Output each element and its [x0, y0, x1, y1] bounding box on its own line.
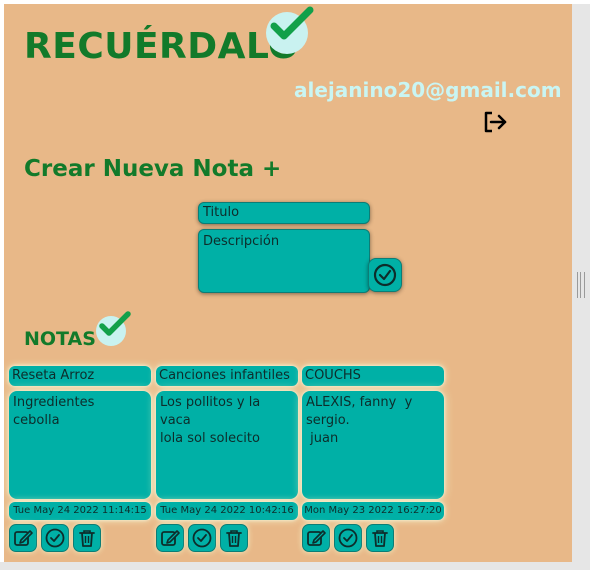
note-description-input[interactable]: Descripción — [198, 229, 370, 293]
note-description[interactable]: ALEXIS, fanny y sergio. juan — [302, 391, 444, 499]
check-circle-icon — [338, 528, 358, 548]
create-note-heading: Crear Nueva Nota + — [24, 156, 282, 182]
note-card: COUCHS ALEXIS, fanny y sergio. juan Mon … — [302, 366, 444, 556]
check-circle-icon — [45, 528, 65, 548]
title-check-icon — [266, 6, 314, 54]
note-date: Tue May 24 2022 11:14:15 — [9, 502, 151, 520]
check-circle-icon — [192, 528, 212, 548]
note-description[interactable]: Ingredientes cebolla — [9, 391, 151, 499]
complete-note-button[interactable] — [188, 524, 216, 552]
edit-icon — [307, 530, 326, 546]
horizontal-scrollbar[interactable] — [0, 562, 590, 570]
complete-note-button[interactable] — [41, 524, 69, 552]
edit-note-button[interactable] — [9, 524, 37, 552]
edit-note-button[interactable] — [302, 524, 330, 552]
note-title[interactable]: Canciones infantiles — [156, 366, 298, 386]
trash-icon — [226, 530, 242, 547]
trash-icon — [372, 530, 388, 547]
app-page: RECUÉRDALO alejanino20@gmail.com Crear N… — [4, 4, 572, 562]
note-description[interactable]: Los pollitos y la vaca lola sol solecito — [156, 391, 298, 499]
delete-note-button[interactable] — [73, 524, 101, 552]
delete-note-button[interactable] — [366, 524, 394, 552]
logout-icon[interactable] — [481, 108, 509, 136]
note-date: Mon May 23 2022 16:27:20 — [302, 502, 444, 520]
note-card: Reseta Arroz Ingredientes cebolla Tue Ma… — [9, 366, 151, 556]
delete-note-button[interactable] — [220, 524, 248, 552]
submit-note-button[interactable] — [368, 258, 402, 292]
notes-check-icon — [96, 311, 131, 346]
complete-note-button[interactable] — [334, 524, 362, 552]
note-title[interactable]: COUCHS — [302, 366, 444, 386]
notes-heading: NOTAS — [24, 328, 96, 350]
note-card: Canciones infantiles Los pollitos y la v… — [156, 366, 298, 556]
note-title[interactable]: Reseta Arroz — [9, 366, 151, 386]
edit-icon — [161, 530, 180, 546]
edit-icon — [14, 530, 33, 546]
edit-note-button[interactable] — [156, 524, 184, 552]
user-email: alejanino20@gmail.com — [294, 78, 562, 102]
note-date: Tue May 24 2022 10:42:16 — [156, 502, 298, 520]
vertical-scrollbar[interactable] — [572, 4, 590, 566]
note-title-input[interactable]: Titulo — [198, 202, 370, 224]
trash-icon — [79, 530, 95, 547]
app-title: RECUÉRDALO — [24, 26, 300, 67]
check-circle-icon — [373, 263, 397, 287]
